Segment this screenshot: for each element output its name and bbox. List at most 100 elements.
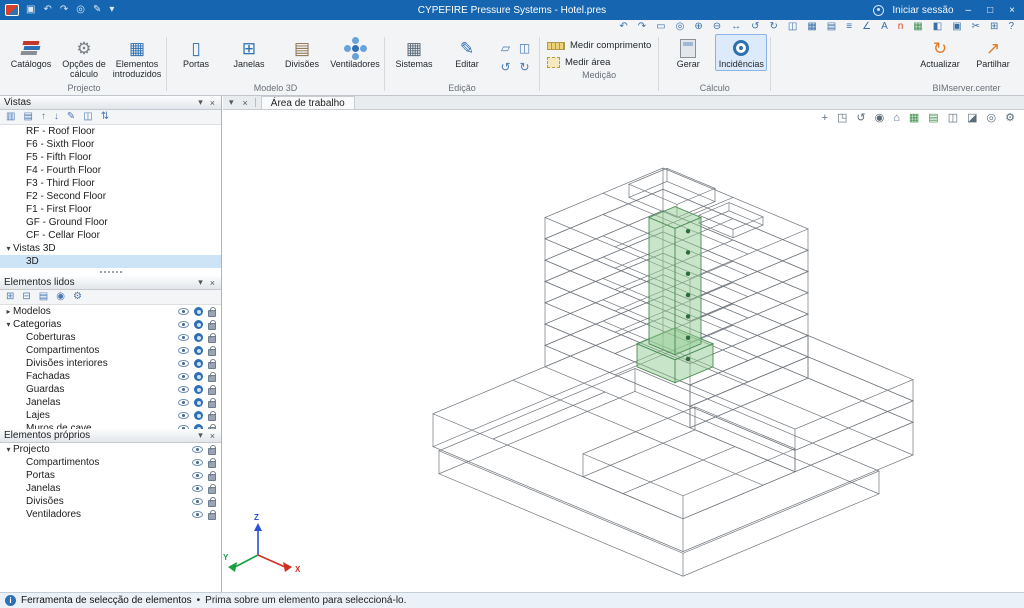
panel-resize-handle[interactable] bbox=[0, 268, 221, 276]
view-tool-icon[interactable]: + bbox=[822, 113, 828, 124]
view-item[interactable]: ▾ Vistas 3D bbox=[0, 242, 221, 255]
lock-icon[interactable] bbox=[208, 349, 216, 356]
tree-item[interactable]: ▸ Modelos bbox=[0, 305, 221, 318]
collapse-panel-icon[interactable]: ▾ bbox=[196, 430, 205, 441]
building-3d-model[interactable]: ZXY bbox=[223, 110, 1024, 592]
config-gear-icon[interactable] bbox=[194, 320, 203, 329]
close-panel-icon[interactable]: × bbox=[208, 431, 217, 441]
visibility-eye-icon[interactable] bbox=[192, 498, 203, 505]
medir-comprimento-button[interactable]: Medir comprimento bbox=[543, 39, 655, 52]
portas-button[interactable]: ▯ Portas bbox=[170, 34, 222, 71]
edit-tool-icon[interactable]: ↻ bbox=[516, 58, 533, 75]
config-gear-icon[interactable] bbox=[194, 346, 203, 355]
gerar-button[interactable]: Gerar bbox=[662, 34, 714, 71]
ribbon-tool-icon[interactable]: ▦ bbox=[807, 22, 816, 32]
window-control-button[interactable]: × bbox=[1005, 5, 1019, 16]
view-item[interactable]: F6 - Sixth Floor bbox=[0, 138, 221, 151]
visibility-eye-icon[interactable] bbox=[192, 459, 203, 466]
visibility-eye-icon[interactable] bbox=[178, 347, 189, 354]
lock-icon[interactable] bbox=[208, 414, 216, 421]
visibility-eye-icon[interactable] bbox=[178, 334, 189, 341]
expand-arrow-icon[interactable]: ▾ bbox=[4, 445, 13, 454]
lock-icon[interactable] bbox=[208, 427, 216, 430]
collapse-panel-icon[interactable]: ▾ bbox=[196, 277, 205, 288]
visibility-eye-icon[interactable] bbox=[178, 360, 189, 367]
ribbon-tool-icon[interactable]: ⊕ bbox=[694, 22, 702, 32]
window-control-button[interactable]: □ bbox=[983, 5, 997, 16]
visibility-eye-icon[interactable] bbox=[192, 485, 203, 492]
view-item[interactable]: GF - Ground Floor bbox=[0, 216, 221, 229]
view-item[interactable]: 3D bbox=[0, 255, 221, 268]
expand-arrow-icon[interactable]: ▸ bbox=[4, 307, 13, 316]
actualizar-button[interactable]: ↻ Actualizar bbox=[914, 34, 966, 71]
tree-item[interactable]: Compartimentos bbox=[0, 456, 221, 469]
lock-icon[interactable] bbox=[208, 336, 216, 343]
view-item[interactable]: F2 - Second Floor bbox=[0, 190, 221, 203]
panel-tool-icon[interactable]: ◉ bbox=[56, 292, 65, 302]
tree-item[interactable]: Janelas bbox=[0, 482, 221, 495]
tree-item[interactable]: Portas bbox=[0, 469, 221, 482]
ribbon-tool-icon[interactable]: ▭ bbox=[656, 22, 665, 32]
view-tool-icon[interactable]: ◫ bbox=[948, 113, 958, 124]
visibility-eye-icon[interactable] bbox=[178, 425, 189, 429]
panel-tool-icon[interactable]: ▤ bbox=[39, 292, 48, 302]
sistemas-button[interactable]: ▦ Sistemas bbox=[388, 34, 440, 71]
tab-collapse-icon[interactable]: ▾ bbox=[227, 97, 236, 108]
view-item[interactable]: F4 - Fourth Floor bbox=[0, 164, 221, 177]
tree-item[interactable]: Guardas bbox=[0, 383, 221, 396]
opcoes-calculo-button[interactable]: ⚙ Opções de cálculo bbox=[58, 34, 110, 81]
view-item[interactable]: F1 - First Floor bbox=[0, 203, 221, 216]
config-gear-icon[interactable] bbox=[194, 398, 203, 407]
ribbon-tool-icon[interactable]: ▣ bbox=[952, 22, 961, 32]
view-tool-icon[interactable]: ◉ bbox=[875, 113, 885, 124]
ribbon-tool-icon[interactable]: ◫ bbox=[788, 22, 797, 32]
tree-item[interactable]: Fachadas bbox=[0, 370, 221, 383]
ribbon-tool-icon[interactable]: ↔ bbox=[731, 22, 741, 32]
tree-item[interactable]: Lajes bbox=[0, 409, 221, 422]
visibility-eye-icon[interactable] bbox=[192, 511, 203, 518]
collapse-panel-icon[interactable]: ▾ bbox=[196, 97, 205, 108]
panel-tool-icon[interactable]: ▥ bbox=[6, 112, 15, 122]
edit-tool-icon[interactable]: ↺ bbox=[497, 58, 514, 75]
ribbon-tool-icon[interactable]: ✂ bbox=[972, 22, 980, 32]
tab-area-de-trabalho[interactable]: Área de trabalho bbox=[261, 96, 355, 109]
lock-icon[interactable] bbox=[208, 401, 216, 408]
tree-item[interactable]: Ventiladores bbox=[0, 508, 221, 521]
login-button[interactable]: Iniciar sessão bbox=[892, 5, 953, 16]
tree-item[interactable]: ▾ Projecto bbox=[0, 443, 221, 456]
lock-icon[interactable] bbox=[208, 500, 216, 507]
panel-tool-icon[interactable]: ✎ bbox=[67, 112, 75, 122]
lock-icon[interactable] bbox=[208, 388, 216, 395]
view-tool-icon[interactable]: ▦ bbox=[909, 113, 919, 124]
quick-access-icon[interactable]: ◎ bbox=[76, 5, 85, 15]
panel-tool-icon[interactable]: ↑ bbox=[41, 112, 46, 122]
tree-item[interactable]: Coberturas bbox=[0, 331, 221, 344]
tree-item[interactable]: Muros de cave bbox=[0, 422, 221, 429]
panel-tool-icon[interactable]: ◫ bbox=[83, 112, 92, 122]
panel-tool-icon[interactable]: ⊟ bbox=[22, 292, 30, 302]
panel-tool-icon[interactable]: ⊞ bbox=[6, 292, 14, 302]
visibility-eye-icon[interactable] bbox=[178, 308, 189, 315]
lock-icon[interactable] bbox=[208, 487, 216, 494]
ribbon-tool-icon[interactable]: ↶ bbox=[619, 22, 627, 32]
config-gear-icon[interactable] bbox=[194, 333, 203, 342]
expand-arrow-icon[interactable]: ▾ bbox=[4, 320, 13, 329]
ribbon-tool-icon[interactable]: ⊖ bbox=[713, 22, 721, 32]
view-item[interactable]: F5 - Fifth Floor bbox=[0, 151, 221, 164]
ribbon-tool-icon[interactable]: ? bbox=[1008, 22, 1014, 32]
config-gear-icon[interactable] bbox=[194, 424, 203, 429]
ribbon-tool-icon[interactable]: ↺ bbox=[751, 22, 759, 32]
lock-icon[interactable] bbox=[208, 375, 216, 382]
lock-icon[interactable] bbox=[208, 474, 216, 481]
ribbon-tool-icon[interactable]: A bbox=[881, 22, 888, 32]
ribbon-tool-icon[interactable]: ⊞ bbox=[990, 22, 998, 32]
tab-close-icon[interactable]: × bbox=[241, 98, 250, 108]
panel-tool-icon[interactable]: ⚙ bbox=[73, 292, 82, 302]
quick-access-icon[interactable]: ✎ bbox=[93, 5, 101, 15]
expand-arrow-icon[interactable]: ▾ bbox=[4, 244, 13, 253]
view-tool-icon[interactable]: ↺ bbox=[856, 113, 865, 124]
ribbon-tool-icon[interactable]: n bbox=[898, 22, 904, 32]
lock-icon[interactable] bbox=[208, 513, 216, 520]
medir-area-button[interactable]: Medir área bbox=[543, 56, 655, 69]
tree-item[interactable]: Compartimentos bbox=[0, 344, 221, 357]
